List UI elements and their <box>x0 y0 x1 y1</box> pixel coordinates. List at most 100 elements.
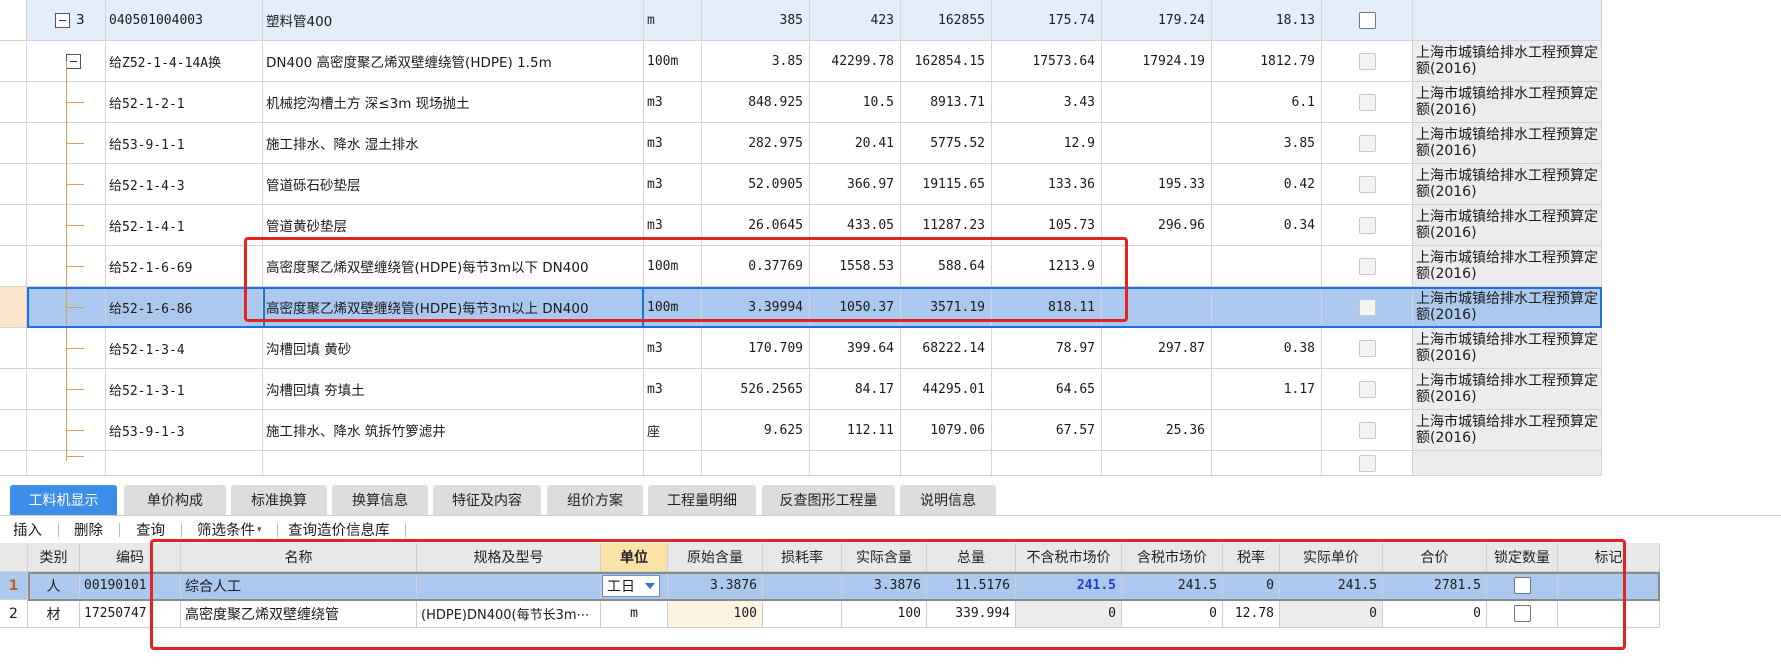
item-code[interactable]: 给53-9-1-1 <box>106 123 263 163</box>
col-tax-rate[interactable]: 税率 <box>1223 543 1280 571</box>
resource-type[interactable]: 材 <box>28 600 80 627</box>
resource-spec[interactable] <box>417 572 601 599</box>
item-code[interactable]: 给52-1-2-1 <box>106 82 263 122</box>
row-checkbox[interactable] <box>1358 11 1376 29</box>
tab-labor-material-machine[interactable]: 工料机显示 <box>10 485 117 515</box>
item-unit[interactable]: m3 <box>644 123 702 163</box>
market-price-in-tax[interactable]: 0 <box>1122 600 1223 627</box>
tab-standard-conversion[interactable]: 标准换算 <box>231 485 327 515</box>
item-code[interactable]: 给52-1-6-86 <box>106 287 263 327</box>
row-checkbox[interactable] <box>1358 257 1376 275</box>
item-name[interactable]: 沟槽回填 夯填土 <box>263 369 644 409</box>
item-code[interactable]: 给52-1-4-1 <box>106 205 263 245</box>
row-selector[interactable] <box>0 369 27 409</box>
actual-content[interactable]: 100 <box>842 600 927 627</box>
table-row[interactable]: 给52-1-4-3 管道砾石砂垫层 m3 52.0905 366.97 1911… <box>0 164 1602 205</box>
resource-type[interactable]: 人 <box>28 572 80 599</box>
col-amount[interactable]: 合价 <box>1383 543 1487 571</box>
table-row-selected[interactable]: 1 人 00190101 综合人工 工日 3.3876 3.3876 11.51… <box>0 572 1660 600</box>
item-name[interactable]: 管道黄砂垫层 <box>263 205 644 245</box>
row-selector[interactable] <box>0 41 27 81</box>
tab-features-content[interactable]: 特征及内容 <box>433 485 541 515</box>
row-checkbox[interactable] <box>1358 298 1376 316</box>
col-actual-content[interactable]: 实际含量 <box>842 543 927 571</box>
item-qty[interactable]: 52.0905 <box>702 164 810 204</box>
unit-select[interactable]: 工日 <box>602 574 660 597</box>
row-selector[interactable] <box>0 410 27 450</box>
resource-name[interactable]: 高密度聚乙烯双壁缠绕管 <box>181 600 417 627</box>
col-code[interactable]: 编码 <box>80 543 181 571</box>
row-checkbox[interactable] <box>1358 52 1376 70</box>
row-selector[interactable] <box>0 164 27 204</box>
col-type[interactable]: 类别 <box>28 543 80 571</box>
item-qty[interactable]: 526.2565 <box>702 369 810 409</box>
market-price-ex-tax[interactable]: 0 <box>1016 600 1122 627</box>
table-row[interactable]: 给52-1-4-1 管道黄砂垫层 m3 26.0645 433.05 11287… <box>0 205 1602 246</box>
original-content[interactable]: 3.3876 <box>668 572 763 599</box>
row-selector[interactable] <box>0 123 27 163</box>
tab-description[interactable]: 说明信息 <box>900 485 996 515</box>
row-checkbox[interactable] <box>1358 93 1376 111</box>
item-unit[interactable]: m3 <box>644 369 702 409</box>
market-price-in-tax[interactable]: 241.5 <box>1122 572 1223 599</box>
row-selector[interactable] <box>0 0 27 40</box>
col-original-content[interactable]: 原始含量 <box>668 543 763 571</box>
item-qty[interactable]: 3.85 <box>702 41 810 81</box>
tab-unit-price-composition[interactable]: 单价构成 <box>124 485 226 515</box>
col-market-price-in-tax[interactable]: 含税市场价 <box>1122 543 1223 571</box>
col-unit[interactable]: 单位 <box>601 543 668 571</box>
resource-name[interactable]: 综合人工 <box>181 572 417 599</box>
row-checkbox[interactable] <box>1358 380 1376 398</box>
col-locked-qty[interactable]: 锁定数量 <box>1487 543 1558 571</box>
table-row[interactable]: 给53-9-1-1 施工排水、降水 湿土排水 m3 282.975 20.41 … <box>0 123 1602 164</box>
col-name[interactable]: 名称 <box>181 543 417 571</box>
table-row[interactable]: 给52-1-3-1 沟槽回填 夯填土 m3 526.2565 84.17 442… <box>0 369 1602 410</box>
table-row[interactable]: 给52-1-2-1 机械挖沟槽土方 深≤3m 现场抛土 m3 848.925 1… <box>0 82 1602 123</box>
item-name[interactable]: 管道砾石砂垫层 <box>263 164 644 204</box>
table-row[interactable]: 给53-9-1-3 施工排水、降水 筑拆竹箩滤井 座 9.625 112.11 … <box>0 410 1602 451</box>
item-name[interactable]: 高密度聚乙烯双壁缠绕管(HDPE)每节3m以下 DN400 <box>263 246 644 286</box>
lock-qty-checkbox[interactable] <box>1513 605 1531 622</box>
item-qty[interactable]: 3.39994 <box>702 287 810 327</box>
row-selector[interactable] <box>0 287 27 327</box>
table-row-selected[interactable]: 给52-1-6-86 高密度聚乙烯双壁缠绕管(HDPE)每节3m以上 DN400… <box>0 287 1602 328</box>
original-content[interactable]: 100 <box>668 600 763 627</box>
market-price-ex-tax[interactable]: 241.5 <box>1016 572 1122 599</box>
price-database-button[interactable]: 查询造价信息库 <box>288 519 390 540</box>
item-code[interactable]: 给Z52-1-4-14A换 <box>106 41 263 81</box>
collapse-icon[interactable] <box>66 53 81 69</box>
item-unit[interactable]: 座 <box>644 410 702 450</box>
col-total-qty[interactable]: 总量 <box>927 543 1016 571</box>
row-checkbox[interactable] <box>1358 134 1376 152</box>
col-mark[interactable]: 标记 <box>1558 543 1660 571</box>
item-unit[interactable]: m3 <box>644 164 702 204</box>
table-row[interactable]: 给Z52-1-4-14A换 DN400 高密度聚乙烯双壁缠绕管(HDPE) 1.… <box>0 41 1602 82</box>
actual-content[interactable]: 3.3876 <box>842 572 927 599</box>
item-name[interactable]: 沟槽回填 黄砂 <box>263 328 644 368</box>
item-qty[interactable]: 170.709 <box>702 328 810 368</box>
item-unit[interactable]: 100m <box>644 287 702 327</box>
tab-pricing-scheme[interactable]: 组价方案 <box>547 485 643 515</box>
filter-dropdown[interactable]: 筛选条件 ▾ <box>197 519 262 540</box>
item-qty[interactable]: 282.975 <box>702 123 810 163</box>
tax-rate[interactable]: 0 <box>1223 572 1280 599</box>
table-row[interactable]: 2 材 17250747 高密度聚乙烯双壁缠绕管 (HDPE)DN400(每节长… <box>0 600 1660 628</box>
item-qty[interactable]: 0.37769 <box>702 246 810 286</box>
empty-row[interactable] <box>0 451 1602 476</box>
table-row[interactable]: 3 040501004003 塑料管400 m 385 423 162855 1… <box>0 0 1602 41</box>
item-unit[interactable]: 100m <box>644 41 702 81</box>
mark-cell[interactable] <box>1558 572 1660 599</box>
row-checkbox[interactable] <box>1358 454 1376 472</box>
col-loss-rate[interactable]: 损耗率 <box>763 543 842 571</box>
table-row[interactable]: 给52-1-6-69 高密度聚乙烯双壁缠绕管(HDPE)每节3m以下 DN400… <box>0 246 1602 287</box>
tab-conversion-info[interactable]: 换算信息 <box>332 485 428 515</box>
col-actual-unit-price[interactable]: 实际单价 <box>1280 543 1383 571</box>
row-selector[interactable] <box>0 328 27 368</box>
loss-rate[interactable] <box>763 572 842 599</box>
item-unit[interactable]: m3 <box>644 82 702 122</box>
item-code[interactable]: 给52-1-3-1 <box>106 369 263 409</box>
item-qty[interactable]: 26.0645 <box>702 205 810 245</box>
item-code[interactable]: 给53-9-1-3 <box>106 410 263 450</box>
item-code[interactable]: 给52-1-6-69 <box>106 246 263 286</box>
item-name[interactable]: DN400 高密度聚乙烯双壁缠绕管(HDPE) 1.5m <box>263 41 644 81</box>
